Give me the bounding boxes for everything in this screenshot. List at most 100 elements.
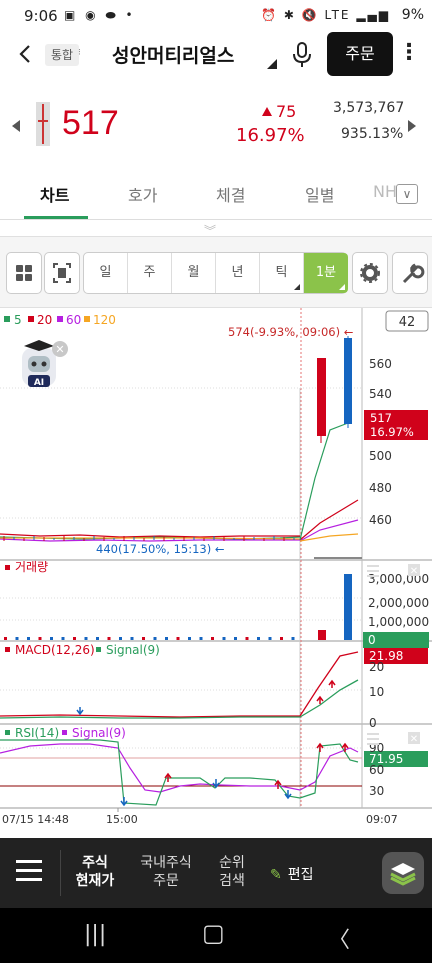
volume-bar — [280, 637, 283, 640]
previous-stock-icon[interactable] — [12, 120, 20, 132]
price-tick: 460 — [369, 513, 392, 527]
edit-button[interactable]: ✎ 편집 — [270, 864, 314, 884]
volume-bar — [38, 637, 42, 640]
time-tick: 09:07 — [366, 813, 398, 826]
price-candle — [317, 358, 326, 436]
volume-bar — [211, 637, 214, 640]
stock-name[interactable]: 성안머티리얼스 — [112, 41, 234, 68]
volume-tick: 1,000,000 — [368, 615, 429, 629]
microphone-icon[interactable] — [290, 42, 314, 68]
tab-nh[interactable]: NH — [373, 182, 397, 201]
stock-dropdown-icon[interactable] — [266, 55, 278, 74]
volume-title: 거래량 — [15, 560, 48, 574]
period-day[interactable]: 일 — [84, 253, 128, 293]
app-header: 통합 ⁝ 성안머티리얼스 주문 ⋮ — [0, 30, 432, 80]
market-type-badge[interactable]: 통합 — [45, 44, 80, 66]
volume-bar — [188, 637, 191, 640]
stock-chart[interactable]: 5 20 60 120 42 AI ✕ 574(-9.93%, 09:06) ←… — [0, 308, 432, 832]
pencil-icon: ✎ — [270, 867, 282, 883]
active-tab-indicator — [24, 216, 88, 219]
layout-grid-button[interactable] — [6, 252, 42, 294]
rsi-tick: 60 — [369, 763, 384, 777]
volume-bar — [291, 637, 295, 640]
rsi-tick: 30 — [369, 784, 384, 798]
notification-icons: ▣ ◉ ⬬ • — [64, 8, 136, 22]
close-icon: ✕ — [410, 566, 418, 577]
volume-bar — [84, 637, 88, 640]
price-change-value: 75 — [276, 102, 297, 121]
rsi-title: RSI(14) — [15, 726, 59, 740]
volume-bar — [96, 637, 99, 640]
volume-bar — [268, 637, 272, 640]
period-1min[interactable]: 1분 — [304, 253, 348, 293]
volume-ratio: 935.13% — [341, 126, 404, 142]
volume-bar — [107, 637, 111, 640]
tools-button[interactable] — [392, 252, 428, 294]
chart-toolbar: 일 주 월 년 틱 1분 — [0, 236, 432, 308]
volume-bar — [199, 637, 203, 640]
current-price: 517 — [62, 104, 119, 142]
volume-bar — [4, 637, 7, 640]
volume-bar — [27, 637, 30, 640]
price-summary: 517 75 16.97% 3,573,767 935.13% — [0, 90, 432, 160]
macd-title: MACD(12,26) — [15, 643, 95, 657]
system-icons: ⏰ ✱ 🔇 LTE ▂▄▆ — [261, 8, 390, 22]
up-triangle-icon — [262, 107, 272, 116]
ai-label: AI — [34, 378, 44, 388]
recent-apps-icon[interactable]: ||| — [84, 922, 106, 947]
gear-icon — [360, 263, 380, 283]
fullscreen-button[interactable] — [44, 252, 80, 294]
macd-tick: 20 — [369, 660, 384, 674]
volume-bar — [257, 637, 260, 640]
menu-icon[interactable] — [16, 860, 44, 884]
tab-trades[interactable]: 체결 — [216, 182, 245, 206]
price-candle — [344, 338, 352, 424]
period-year[interactable]: 년 — [216, 253, 260, 293]
back-nav-icon[interactable]: 〈 — [328, 922, 350, 954]
volume-current-value: 0 — [368, 633, 376, 647]
grid-icon — [16, 265, 32, 281]
trading-volume: 3,573,767 — [333, 100, 405, 116]
period-month[interactable]: 월 — [172, 253, 216, 293]
volume-bar — [15, 637, 19, 640]
battery-level: 9% — [401, 7, 424, 23]
more-options-icon[interactable]: ⋮ — [398, 38, 420, 68]
legend-ma20: 20 — [37, 313, 52, 327]
volume-bar — [165, 637, 168, 640]
time-tick: 15:00 — [106, 813, 138, 826]
home-icon[interactable]: ▢ — [202, 919, 225, 947]
volume-bar — [73, 637, 76, 640]
nav-stock-price[interactable]: 주식 현재가 — [70, 854, 120, 890]
tab-chart[interactable]: 차트 — [40, 182, 69, 206]
nav-domestic-order[interactable]: 국내주식 주문 — [134, 854, 198, 890]
chevron-left-icon — [19, 45, 30, 63]
period-selector: 일 주 월 년 틱 1분 — [83, 252, 348, 294]
order-button[interactable]: 주문 — [327, 32, 393, 76]
current-pct-tag-value: 16.97% — [370, 425, 414, 439]
volume-bar — [176, 637, 180, 640]
nav-divider — [60, 850, 61, 896]
candle-count: 42 — [399, 315, 416, 330]
volume-bar — [318, 630, 326, 640]
period-tick[interactable]: 틱 — [260, 253, 304, 293]
nav-ranking-search[interactable]: 순위 검색 — [212, 854, 252, 890]
network-type: LTE — [324, 8, 351, 22]
settings-button[interactable] — [352, 252, 388, 294]
rsi-signal-title: Signal(9) — [72, 726, 126, 740]
back-button[interactable] — [14, 42, 38, 66]
wrench-icon — [402, 263, 425, 284]
next-stock-icon[interactable] — [408, 120, 416, 132]
price-change: 75 — [262, 102, 296, 121]
tab-orderbook[interactable]: 호가 — [128, 182, 157, 206]
tab-daily[interactable]: 일별 — [305, 182, 334, 206]
candle-icon — [36, 102, 50, 146]
layers-icon[interactable] — [382, 852, 424, 894]
legend-ma5: 5 — [14, 313, 22, 327]
volume-bar — [344, 574, 352, 640]
volume-bar — [119, 637, 122, 640]
legend-ma60: 60 — [66, 313, 81, 327]
volume-bar — [245, 637, 249, 640]
volume-bar — [222, 637, 226, 640]
chevron-down-icon[interactable]: ∨ — [396, 184, 418, 204]
period-week[interactable]: 주 — [128, 253, 172, 293]
